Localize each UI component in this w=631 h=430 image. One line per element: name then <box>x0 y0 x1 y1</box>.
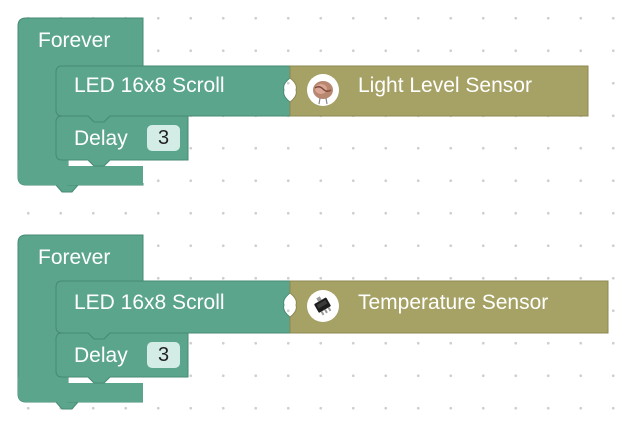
delay-label: Delay <box>74 127 128 150</box>
forever-block-group-2[interactable]: Forever LED 16x8 Scroll Delay 3 Temperat… <box>0 217 631 417</box>
delay-value-field[interactable]: 3 <box>147 342 180 368</box>
delay-label: Delay <box>74 344 128 367</box>
forever-label: Forever <box>38 29 111 52</box>
temperature-sensor-icon <box>307 290 339 322</box>
light-sensor-label: Light Level Sensor <box>358 74 532 97</box>
led-scroll-label: LED 16x8 Scroll <box>74 291 225 314</box>
forever-label: Forever <box>38 246 111 269</box>
forever-block-group-1[interactable]: Forever LED 16x8 Scroll Delay 3 Light Le… <box>0 0 631 200</box>
temperature-sensor-label: Temperature Sensor <box>358 291 549 314</box>
led-scroll-label: LED 16x8 Scroll <box>74 74 225 97</box>
light-sensor-icon <box>307 74 339 106</box>
delay-value-field[interactable]: 3 <box>147 125 180 151</box>
